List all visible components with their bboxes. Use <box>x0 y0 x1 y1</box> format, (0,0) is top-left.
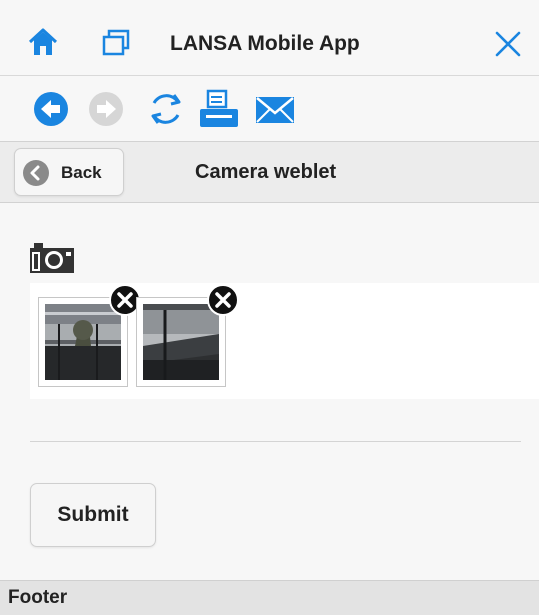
print-icon[interactable] <box>198 89 240 129</box>
photo-list <box>30 283 539 399</box>
footer: Footer <box>0 580 539 615</box>
photo-thumbnail[interactable] <box>38 284 141 387</box>
photo-thumbnail[interactable] <box>136 284 239 387</box>
refresh-icon[interactable] <box>146 89 186 129</box>
submit-button[interactable]: Submit <box>30 483 156 547</box>
windows-icon[interactable] <box>101 29 131 57</box>
toolbar <box>0 77 539 141</box>
back-button[interactable]: Back <box>14 148 124 196</box>
back-button-label: Back <box>61 163 102 182</box>
title-bar: LANSA Mobile App <box>0 0 539 76</box>
camera-icon[interactable] <box>30 243 74 273</box>
divider <box>30 441 521 442</box>
page-header: Back Camera weblet <box>0 141 539 203</box>
chevron-left-icon <box>23 160 49 186</box>
email-icon[interactable] <box>254 93 296 129</box>
remove-photo-icon[interactable] <box>207 284 239 316</box>
back-arrow-icon[interactable] <box>33 91 69 127</box>
home-icon[interactable] <box>28 27 58 57</box>
forward-arrow-disabled-icon <box>89 92 123 126</box>
page-title: Camera weblet <box>195 161 337 183</box>
footer-label: Footer <box>8 587 68 608</box>
close-icon[interactable] <box>494 30 522 58</box>
app-title: LANSA Mobile App <box>170 32 360 55</box>
